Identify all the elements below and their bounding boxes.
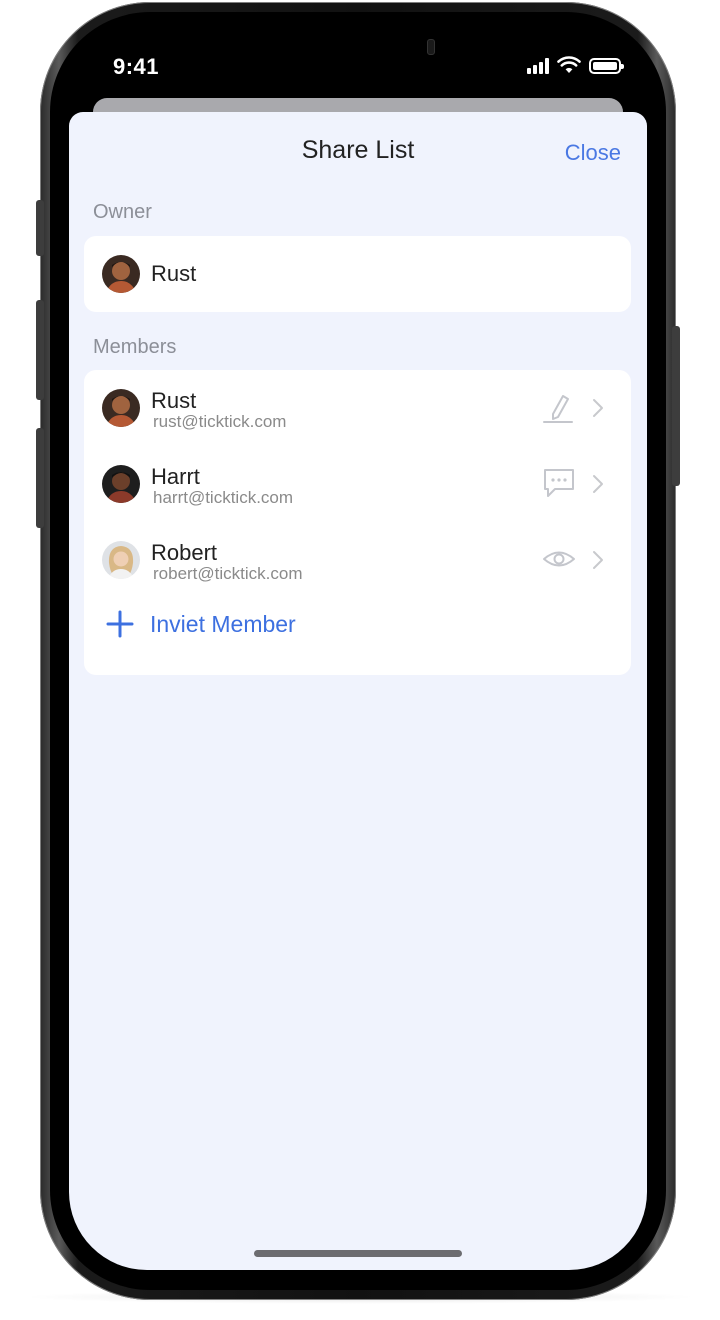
member-avatar <box>102 541 140 579</box>
sheet-title: Share List <box>301 136 415 164</box>
owner-row[interactable]: Rust <box>84 236 631 312</box>
member-email: rust@ticktick.com <box>153 412 287 431</box>
member-row[interactable]: Robert robert@ticktick.com <box>84 522 631 598</box>
phone-screen: 9:41 Share List Close Owner Rust Members… <box>69 28 647 1270</box>
member-name: Harrt <box>151 464 200 489</box>
volume-up-button <box>36 300 44 400</box>
pencil-icon <box>543 395 573 423</box>
status-icons <box>527 56 624 74</box>
owner-name: Rust <box>151 261 197 286</box>
share-list-sheet: Share List Close Owner Rust Members Rust… <box>69 112 647 1270</box>
eye-icon <box>543 551 575 567</box>
wifi-icon <box>557 56 581 73</box>
home-indicator[interactable] <box>254 1250 462 1257</box>
status-bar: 9:41 <box>69 28 647 108</box>
status-time: 9:41 <box>113 54 160 79</box>
power-button <box>672 326 680 486</box>
chevron-right-icon <box>593 551 603 569</box>
member-email: harrt@ticktick.com <box>153 488 294 507</box>
member-email: robert@ticktick.com <box>153 564 303 583</box>
plus-icon <box>106 610 134 638</box>
member-avatar <box>102 389 140 427</box>
member-row[interactable]: Rust rust@ticktick.com <box>84 370 631 446</box>
owner-card: Rust <box>84 236 631 312</box>
chevron-right-icon <box>593 399 603 417</box>
member-avatar <box>102 465 140 503</box>
comment-icon <box>544 469 574 497</box>
cellular-signal-icon <box>527 58 549 74</box>
invite-member-label: Inviet Member <box>150 610 296 637</box>
owner-section-label: Owner <box>93 201 152 223</box>
member-name: Robert <box>151 540 218 565</box>
members-section-label: Members <box>93 336 177 358</box>
action-button <box>36 200 44 256</box>
owner-avatar <box>102 255 140 293</box>
camera-indicator <box>427 39 435 55</box>
battery-icon <box>589 58 624 74</box>
close-button[interactable]: Close <box>565 140 621 166</box>
members-card: Rust rust@ticktick.com Harrt harrt@tickt… <box>84 370 631 675</box>
volume-down-button <box>36 428 44 528</box>
member-name: Rust <box>151 388 197 413</box>
dynamic-island <box>299 36 423 72</box>
chevron-right-icon <box>593 475 603 493</box>
invite-member-button[interactable]: Inviet Member <box>106 610 296 638</box>
member-row[interactable]: Harrt harrt@ticktick.com <box>84 446 631 522</box>
